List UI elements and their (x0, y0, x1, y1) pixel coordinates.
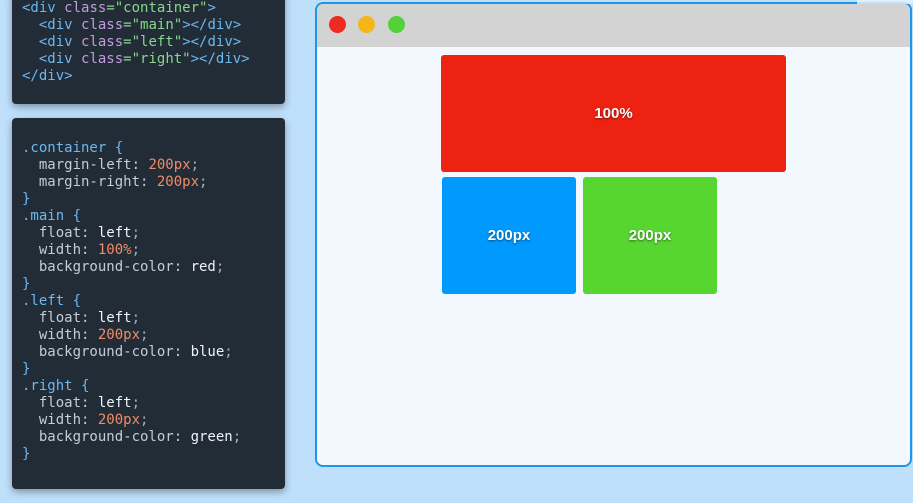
html-code-token: ></div> (182, 17, 242, 33)
css-code-token: float: (22, 395, 98, 411)
main-box: 100% (441, 55, 786, 172)
html-code-line: <div class="right"></div> (22, 51, 275, 68)
css-code-panel: .container { margin-left: 200px; margin-… (12, 118, 285, 489)
html-code-token: ="left" (123, 34, 183, 50)
css-code-line: .left { (22, 293, 275, 310)
css-code-line: margin-left: 200px; (22, 157, 275, 174)
html-code-token: ></div> (182, 34, 242, 50)
css-code-token: left (97, 395, 132, 411)
css-code-token: ; (215, 259, 225, 275)
html-code-token: <div (22, 34, 82, 50)
css-code-token: width: (22, 412, 98, 428)
css-code-line: width: 200px; (22, 327, 275, 344)
minimize-window-button[interactable] (358, 16, 375, 33)
html-code-panel: <div class="container"> <div class="main… (12, 0, 285, 104)
css-code-token: .left { (22, 293, 82, 309)
html-code-token: > (207, 0, 216, 16)
css-code-line: .container { (22, 140, 275, 157)
css-code-token: width: (22, 327, 98, 343)
css-code-token: ; (131, 395, 141, 411)
css-code-line: } (22, 276, 275, 293)
css-code-line: .main { (22, 208, 275, 225)
css-code-token: float: (22, 310, 98, 326)
css-code-line: } (22, 191, 275, 208)
css-code-token: background-color: (22, 344, 191, 360)
html-code-line: <div class="main"></div> (22, 17, 275, 34)
css-code-token: left (97, 225, 132, 241)
css-code-token: ; (232, 429, 242, 445)
html-code-line: </div> (22, 68, 275, 85)
html-code-token: class (81, 17, 124, 33)
css-code-token: float: (22, 225, 98, 241)
css-code-token: ; (131, 242, 141, 258)
css-code-line: background-color: red; (22, 259, 275, 276)
css-code-token: 200px (97, 412, 141, 428)
css-code-line: margin-right: 200px; (22, 174, 275, 191)
left-box-label: 200px (487, 227, 531, 244)
css-code-token: } (22, 276, 31, 292)
html-code-line: <div class="container"> (22, 0, 275, 17)
css-code-token: margin-right: (22, 174, 157, 190)
css-code-line: background-color: green; (22, 429, 275, 446)
css-code-token: 200px (148, 157, 191, 173)
css-code-token: } (22, 191, 31, 207)
css-code-token: blue (190, 344, 225, 360)
close-window-button[interactable] (329, 16, 346, 33)
html-code-token: class (81, 34, 124, 50)
left-box: 200px (442, 177, 576, 294)
css-code-token: 200px (156, 174, 200, 190)
css-code-token: ; (224, 344, 233, 360)
css-code-line: width: 200px; (22, 412, 275, 429)
css-code-token: 200px (97, 327, 141, 343)
html-code-token: <div (22, 51, 82, 67)
css-code-line: .right { (22, 378, 275, 395)
css-code-token: ; (140, 327, 149, 343)
css-code-line: } (22, 361, 275, 378)
browser-window: 100% 200px 200px (315, 2, 912, 467)
css-code-token: } (22, 361, 31, 377)
right-box-label: 200px (628, 227, 672, 244)
html-code-token: </div> (22, 68, 73, 84)
css-code-token: } (22, 446, 31, 462)
css-code-token: left (97, 310, 132, 326)
maximize-window-button[interactable] (388, 16, 405, 33)
css-code-token: .main { (22, 208, 82, 224)
css-code-token: ; (131, 310, 141, 326)
html-code-line: <div class="left"></div> (22, 34, 275, 51)
html-code-token: ></div> (190, 51, 250, 67)
css-code-token: .container { (22, 140, 124, 156)
window-titlebar (317, 4, 910, 47)
css-code-token: ; (140, 412, 149, 428)
css-code-line: float: left; (22, 310, 275, 327)
css-code-token: ; (131, 225, 141, 241)
html-code-token: <div (22, 0, 65, 16)
css-code-token: ; (199, 174, 208, 190)
css-code-line: background-color: blue; (22, 344, 275, 361)
css-code-token: width: (22, 242, 98, 258)
css-code-token: ; (190, 157, 200, 173)
html-code-token: ="container" (106, 0, 208, 16)
html-code-token: class (81, 51, 124, 67)
css-code-token: 100% (97, 242, 132, 258)
right-box: 200px (583, 177, 717, 294)
html-code-token: <div (22, 17, 82, 33)
css-code-line: float: left; (22, 395, 275, 412)
html-code-token: ="main" (123, 17, 183, 33)
css-code-token: red (190, 259, 216, 275)
css-code-token: green (190, 429, 233, 445)
css-code-token: margin-left: (22, 157, 149, 173)
css-code-line: width: 100%; (22, 242, 275, 259)
html-code-token: ="right" (123, 51, 191, 67)
css-code-line: } (22, 446, 275, 463)
css-code-token: .right { (22, 378, 90, 394)
css-code-token: background-color: (22, 259, 191, 275)
main-box-label: 100% (594, 105, 633, 122)
corner-watermark (857, 0, 913, 4)
css-code-line: float: left; (22, 225, 275, 242)
html-code-token: class (64, 0, 107, 16)
css-code-token: background-color: (22, 429, 191, 445)
